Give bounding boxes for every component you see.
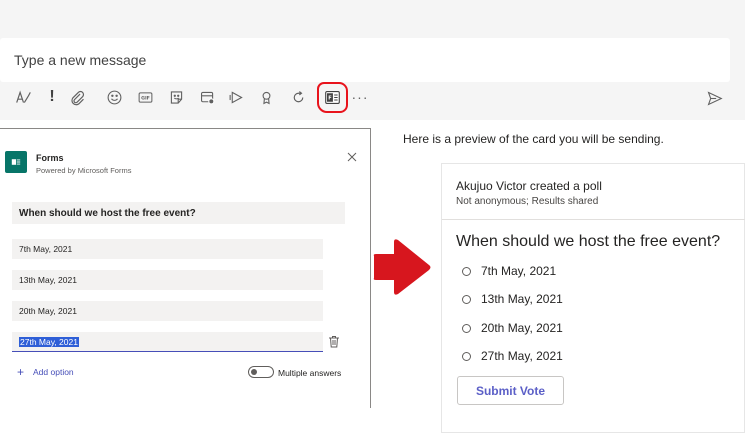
more-options-icon[interactable]: ···	[348, 85, 372, 109]
close-icon[interactable]	[346, 150, 358, 162]
radio-button[interactable]	[462, 323, 471, 333]
multiple-answers-label: Multiple answers	[278, 368, 342, 378]
option-text: 7th May, 2021	[19, 244, 73, 254]
poll-meta-line: Not anonymous; Results shared	[456, 196, 599, 207]
option-field[interactable]: 7th May, 2021	[12, 239, 323, 259]
radio-button[interactable]	[462, 351, 471, 361]
sticker-icon[interactable]	[164, 85, 188, 109]
option-field[interactable]: 20th May, 2021	[12, 301, 323, 321]
loop-icon[interactable]	[286, 85, 310, 109]
option-field[interactable]: 13th May, 2021	[12, 270, 323, 290]
poll-option-label: 20th May, 2021	[481, 321, 563, 335]
forms-panel: Forms Powered by Microsoft Forms When sh…	[0, 128, 371, 408]
poll-option[interactable]: 13th May, 2021	[462, 291, 563, 307]
plus-icon: +	[17, 365, 25, 379]
poll-card: Akujuo Victor created a poll Not anonymo…	[441, 163, 745, 433]
poll-question: When should we host the free event?	[456, 233, 721, 250]
poll-author-line: Akujuo Victor created a poll	[456, 179, 602, 193]
meet-now-icon[interactable]	[195, 85, 219, 109]
attach-icon[interactable]	[65, 85, 89, 109]
toggle-knob	[251, 369, 257, 375]
option-text: 20th May, 2021	[19, 306, 77, 316]
add-option-button[interactable]: + Add option	[17, 365, 74, 379]
forms-icon-highlight	[317, 82, 348, 113]
right-arrow-icon	[373, 239, 431, 295]
question-text: When should we host the free event?	[19, 207, 196, 219]
poll-option-label: 7th May, 2021	[481, 264, 557, 278]
compose-area: ! GIF F ···	[0, 0, 745, 120]
question-field[interactable]: When should we host the free event?	[12, 202, 345, 224]
option-text-selected: 27th May, 2021	[19, 336, 79, 347]
poll-option[interactable]: 7th May, 2021	[462, 263, 556, 279]
format-icon[interactable]	[11, 85, 35, 109]
option-text: 13th May, 2021	[19, 275, 77, 285]
preview-heading: Here is a preview of the card you will b…	[403, 132, 664, 146]
radio-button[interactable]	[462, 294, 471, 304]
submit-vote-button[interactable]: Submit Vote	[457, 376, 564, 405]
emoji-icon[interactable]	[102, 85, 126, 109]
forms-app-subtitle: Powered by Microsoft Forms	[36, 166, 132, 175]
svg-text:GIF: GIF	[141, 95, 150, 101]
stream-icon[interactable]	[224, 85, 248, 109]
message-input[interactable]	[0, 38, 730, 82]
radio-button[interactable]	[462, 266, 471, 276]
card-divider	[442, 219, 745, 220]
forms-app-name: Forms	[36, 153, 64, 163]
important-icon[interactable]: !	[40, 85, 64, 109]
poll-option[interactable]: 20th May, 2021	[462, 320, 563, 336]
delete-icon[interactable]	[328, 335, 340, 348]
multiple-answers-toggle[interactable]	[248, 366, 274, 378]
send-icon[interactable]	[702, 86, 726, 110]
forms-logo-icon	[5, 151, 27, 173]
message-box[interactable]	[0, 38, 730, 82]
poll-option-label: 27th May, 2021	[481, 349, 563, 363]
gif-icon[interactable]: GIF	[133, 85, 157, 109]
poll-option-label: 13th May, 2021	[481, 292, 563, 306]
praise-icon[interactable]	[254, 85, 278, 109]
option-field-active[interactable]: 27th May, 2021	[12, 332, 323, 352]
poll-option[interactable]: 27th May, 2021	[462, 348, 563, 364]
add-option-label: Add option	[33, 367, 74, 377]
